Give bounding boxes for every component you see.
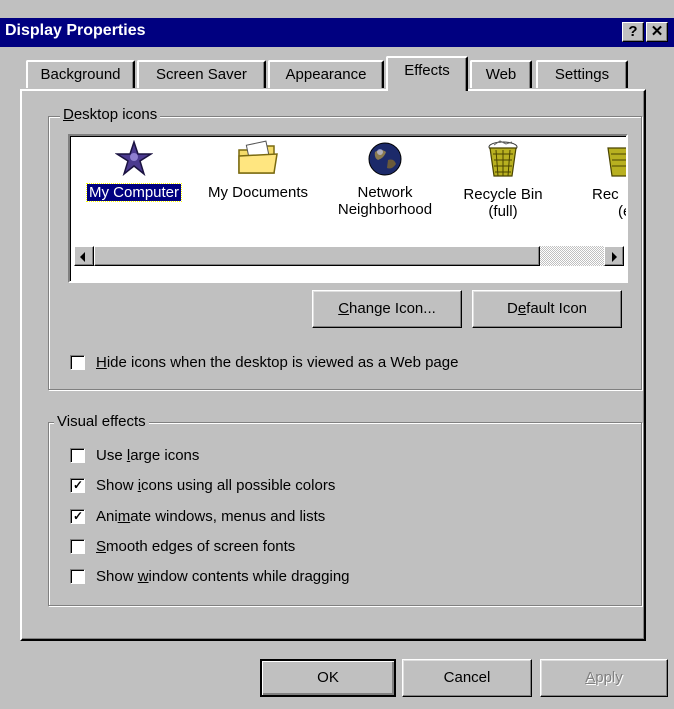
- scroll-left-button[interactable]: [74, 246, 94, 266]
- visual-effects-options: Use large icons ✓ Show icons using all p…: [70, 447, 570, 597]
- tab-background[interactable]: Background: [26, 60, 135, 88]
- checkbox-box[interactable]: [70, 448, 85, 463]
- title-bar[interactable]: Display Properties ? ✕: [0, 18, 674, 47]
- checkmark-icon: ✓: [73, 478, 84, 492]
- desktop-icon-list[interactable]: My Computer My Documents Network Neighbo…: [68, 134, 628, 283]
- close-button[interactable]: ✕: [646, 22, 668, 42]
- window-title: Display Properties: [5, 22, 146, 39]
- checkbox-box[interactable]: [70, 539, 85, 554]
- hide-icons-checkbox[interactable]: Hide icons when the desktop is viewed as…: [70, 354, 610, 374]
- horizontal-scrollbar[interactable]: [74, 246, 624, 266]
- apply-button[interactable]: Apply: [540, 659, 668, 697]
- animate-windows-checkbox[interactable]: ✓ Animate windows, menus and lists: [70, 508, 550, 528]
- show-window-contents-checkbox[interactable]: Show window contents while dragging: [70, 568, 550, 588]
- recycle-bin-empty-icon: [607, 147, 626, 177]
- folder-icon: [238, 140, 278, 174]
- default-icon-button[interactable]: Default Icon: [472, 290, 622, 328]
- help-button[interactable]: ?: [622, 22, 644, 42]
- checkbox-box[interactable]: [70, 569, 85, 584]
- my-computer-icon: [115, 140, 153, 177]
- show-icons-all-colors-checkbox[interactable]: ✓ Show icons using all possible colors: [70, 477, 550, 497]
- tab-settings[interactable]: Settings: [536, 60, 628, 88]
- icon-label: Network: [357, 184, 413, 201]
- list-item[interactable]: Network Neighborhood: [324, 140, 446, 218]
- icon-label: My Documents: [207, 184, 309, 201]
- checkbox-label: Hide icons when the desktop is viewed as…: [96, 354, 459, 371]
- tab-label: Screen Saver: [156, 66, 247, 83]
- checkbox-label: Animate windows, menus and lists: [96, 508, 326, 525]
- cancel-button[interactable]: Cancel: [402, 659, 532, 697]
- tab-screen-saver[interactable]: Screen Saver: [137, 60, 266, 88]
- scroll-thumb[interactable]: [94, 246, 540, 266]
- tab-label: Background: [40, 66, 121, 83]
- list-item[interactable]: My Computer: [76, 140, 192, 202]
- checkbox-box[interactable]: ✓: [70, 509, 85, 524]
- smooth-edges-checkbox[interactable]: Smooth edges of screen fonts: [70, 538, 550, 558]
- checkbox-label: Use large icons: [96, 447, 200, 464]
- icon-label: Rec: [592, 186, 619, 203]
- scroll-right-button[interactable]: [604, 246, 624, 266]
- list-item[interactable]: Recycle Bin (full): [448, 140, 558, 220]
- tab-label: Settings: [554, 66, 610, 83]
- network-globe-icon: [368, 142, 402, 176]
- arrow-left-icon: [80, 252, 85, 262]
- change-icon-button[interactable]: Change Icon...: [312, 290, 462, 328]
- icon-label-line2: Neighborhood: [337, 201, 433, 218]
- visual-effects-group-label: Visual effects: [54, 413, 149, 430]
- tab-web[interactable]: Web: [470, 60, 532, 88]
- scroll-track[interactable]: [540, 246, 604, 266]
- checkbox-label: Smooth edges of screen fonts: [96, 538, 296, 555]
- checkbox-label: Show icons using all possible colors: [96, 477, 336, 494]
- desktop-icons-group-label: Desktop icons: [60, 106, 161, 123]
- ok-button[interactable]: OK: [260, 659, 396, 697]
- recycle-bin-full-icon: [488, 140, 518, 177]
- checkbox-box[interactable]: [70, 355, 85, 370]
- arrow-right-icon: [612, 252, 617, 262]
- tab-appearance[interactable]: Appearance: [268, 60, 384, 88]
- icon-label: Recycle Bin: [463, 186, 543, 203]
- checkbox-box[interactable]: ✓: [70, 478, 85, 493]
- icon-label-line2: (e: [618, 203, 626, 220]
- checkbox-label: Show window contents while dragging: [96, 568, 350, 585]
- icon-label: My Computer: [85, 183, 183, 202]
- tab-label: Effects: [404, 62, 450, 79]
- tab-effects[interactable]: Effects: [386, 56, 468, 91]
- tab-label: Appearance: [285, 66, 367, 83]
- list-item[interactable]: My Documents: [194, 140, 322, 201]
- list-item[interactable]: Rec (e: [580, 140, 626, 220]
- tab-label: Web: [485, 66, 517, 83]
- icon-label-line2: (full): [488, 203, 518, 220]
- use-large-icons-checkbox[interactable]: Use large icons: [70, 447, 550, 467]
- checkmark-icon: ✓: [73, 509, 84, 523]
